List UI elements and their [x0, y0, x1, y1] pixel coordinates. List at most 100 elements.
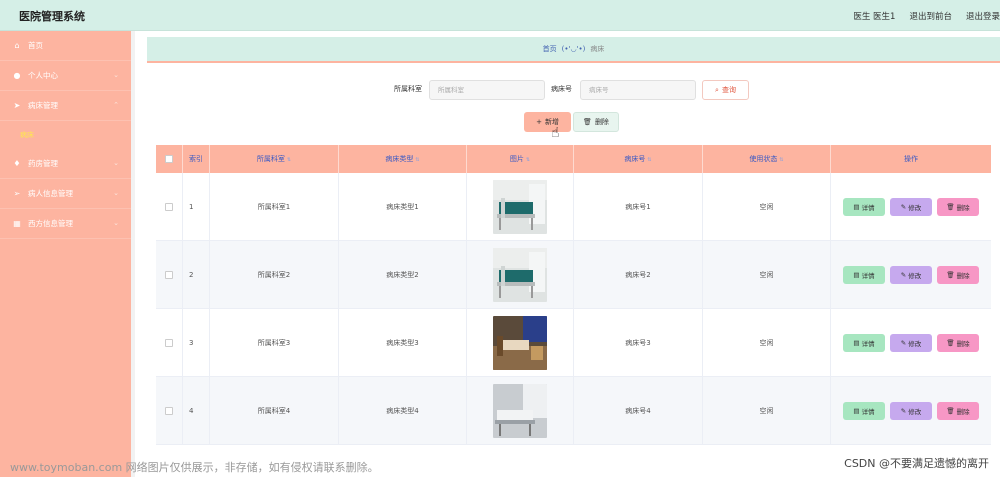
delete-button[interactable]: 🗑 删除 [937, 402, 979, 420]
sidebar-subitem-bed[interactable]: 病床 [0, 121, 131, 149]
row-index: 4 [183, 377, 210, 445]
pencil-icon: ✎ [900, 203, 907, 211]
row-dept: 所属科室2 [210, 241, 339, 309]
sidebar-item-western-info[interactable]: ▦ 西方信息管理 ⌄ [0, 209, 131, 239]
select-all-checkbox[interactable] [156, 145, 183, 173]
edit-button[interactable]: ✎ 修改 [890, 334, 932, 352]
bed-photo [493, 248, 547, 302]
row-index: 3 [183, 309, 210, 377]
batch-delete-button[interactable]: 🗑 删除 [573, 112, 619, 132]
hand-cursor-icon: ☝ [551, 125, 560, 141]
sort-icon: ⇅ [779, 157, 784, 163]
sort-icon: ⇅ [525, 157, 531, 163]
row-bed-type: 病床类型2 [339, 241, 467, 309]
row-bed-type: 病床类型1 [339, 173, 467, 241]
table-row: 2 所属科室2 病床类型2 病床号2 空闲 ▤ 详情 ✎ 修改 🗑 删除 [156, 241, 991, 309]
trash-icon: 🗑 [583, 118, 592, 126]
breadcrumb-face: (•'◡'•) [561, 45, 586, 53]
sidebar-item-patient-info[interactable]: ➢ 病人信息管理 ⌄ [0, 179, 131, 209]
user-icon: ● [13, 71, 21, 80]
delete-button[interactable]: 🗑 删除 [937, 266, 979, 284]
row-dept: 所属科室3 [210, 309, 339, 377]
dept-search-input[interactable]: 所属科室 [429, 80, 545, 100]
row-dept: 所属科室4 [210, 377, 339, 445]
row-actions: ▤ 详情 ✎ 修改 🗑 删除 [831, 173, 991, 241]
row-index: 2 [183, 241, 210, 309]
watermark-left: www.toymoban.com 网络图片仅供展示，非存储，如有侵权请联系删除。 [10, 461, 379, 474]
row-actions: ▤ 详情 ✎ 修改 🗑 删除 [831, 377, 991, 445]
search-form: 所属科室 所属科室 病床号 病床号 ⌕ 查询 [0, 80, 1000, 100]
col-dept[interactable]: 所属科室 ⇅ [210, 145, 339, 173]
plus-icon: + [536, 118, 542, 126]
breadcrumb-home[interactable]: 首页 [543, 44, 557, 54]
col-image[interactable]: 图片 ⇅ [467, 145, 574, 173]
send-icon: ➤ [13, 101, 21, 110]
chevron-down-icon: ⌄ [113, 159, 119, 167]
home-icon: ⌂ [14, 41, 20, 50]
sidebar-item-home[interactable]: ⌂ 首页 [0, 31, 131, 61]
detail-button[interactable]: ▤ 详情 [843, 266, 885, 284]
delete-button[interactable]: 🗑 删除 [937, 198, 979, 216]
row-image[interactable] [467, 173, 574, 241]
sidebar-item-label: 西方信息管理 [28, 219, 73, 228]
row-image[interactable] [467, 309, 574, 377]
edit-button[interactable]: ✎ 修改 [890, 266, 932, 284]
bed-search-input[interactable]: 病床号 [580, 80, 696, 100]
logout-link[interactable]: 退出登录 [966, 10, 1000, 22]
row-checkbox[interactable] [156, 377, 183, 445]
breadcrumb: 首页 (•'◡'•) 病床 [147, 37, 1000, 63]
row-bed-no: 病床号4 [574, 377, 703, 445]
add-button[interactable]: + 新增 [524, 112, 571, 132]
bed-label: 病床号 [551, 85, 572, 93]
pencil-icon: ✎ [900, 271, 907, 279]
detail-button[interactable]: ▤ 详情 [843, 334, 885, 352]
query-button-label: 查询 [721, 86, 736, 94]
delete-button[interactable]: 🗑 删除 [937, 334, 979, 352]
edit-button[interactable]: ✎ 修改 [890, 402, 932, 420]
bed-photo [493, 316, 547, 370]
row-dept: 所属科室1 [210, 173, 339, 241]
sidebar-item-label: 病床管理 [28, 101, 58, 110]
chevron-down-icon: ⌄ [113, 219, 119, 227]
table-row: 1 所属科室1 病床类型1 病床号1 空闲 ▤ 详情 ✎ 修改 🗑 删除 [156, 173, 991, 241]
row-checkbox[interactable] [156, 241, 183, 309]
watermark-right: CSDN @不要满足遗憾的离开 [844, 457, 989, 470]
row-checkbox[interactable] [156, 173, 183, 241]
dept-label: 所属科室 [394, 85, 422, 93]
row-actions: ▤ 详情 ✎ 修改 🗑 删除 [831, 241, 991, 309]
col-actions: 操作 [904, 155, 918, 163]
chevron-up-icon: ⌃ [113, 101, 119, 109]
breadcrumb-current: 病床 [590, 45, 605, 53]
row-bed-no: 病床号3 [574, 309, 703, 377]
row-image[interactable] [467, 241, 574, 309]
table-header: 索引 所属科室 ⇅ 病床类型 ⇅ 图片 ⇅ 病床号 ⇅ 使用状态 ⇅ 操作 [156, 145, 991, 173]
col-bed-type[interactable]: 病床类型 ⇅ [339, 145, 467, 173]
pencil-icon: ✎ [900, 407, 907, 415]
trash-icon: 🗑 [946, 407, 955, 415]
row-checkbox[interactable] [156, 309, 183, 377]
col-index: 索引 [183, 145, 210, 173]
exit-to-front-link[interactable]: 退出到前台 [909, 10, 952, 22]
row-actions: ▤ 详情 ✎ 修改 🗑 删除 [831, 309, 991, 377]
bed-photo [493, 180, 547, 234]
col-status[interactable]: 使用状态 ⇅ [703, 145, 831, 173]
edit-button[interactable]: ✎ 修改 [890, 198, 932, 216]
search-icon: ⌕ [715, 85, 719, 94]
chevron-down-icon: ⌄ [113, 71, 119, 79]
detail-button[interactable]: ▤ 详情 [843, 402, 885, 420]
row-bed-no: 病床号2 [574, 241, 703, 309]
query-button[interactable]: ⌕ 查询 [702, 80, 749, 100]
sidebar-item-pharmacy[interactable]: ♦ 药房管理 ⌄ [0, 149, 131, 179]
sort-icon: ⇅ [286, 157, 292, 163]
beds-table: 索引 所属科室 ⇅ 病床类型 ⇅ 图片 ⇅ 病床号 ⇅ 使用状态 ⇅ 操作 1 所属科室1… [156, 145, 991, 445]
trash-icon: 🗑 [946, 339, 955, 347]
detail-button[interactable]: ▤ 详情 [843, 198, 885, 216]
row-status: 空闲 [703, 173, 831, 241]
chevron-down-icon: ⌄ [113, 189, 119, 197]
trash-icon: 🗑 [946, 271, 955, 279]
top-right-menu: 医生 医生1 退出到前台 退出登录 [853, 10, 1000, 22]
row-image[interactable] [467, 377, 574, 445]
sort-icon: ⇅ [647, 157, 652, 163]
row-bed-type: 病床类型3 [339, 309, 467, 377]
col-bed-no[interactable]: 病床号 ⇅ [574, 145, 703, 173]
